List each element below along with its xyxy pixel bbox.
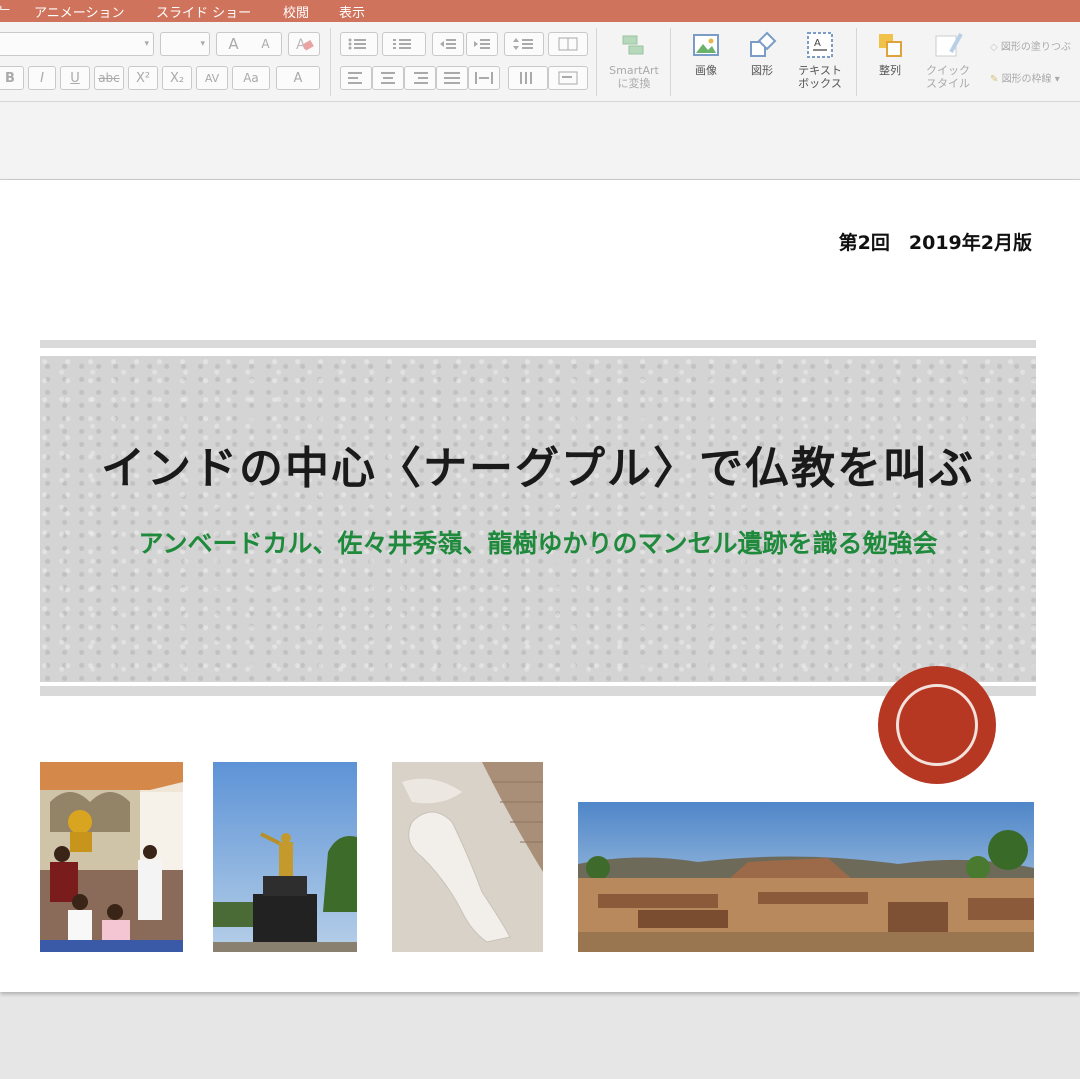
red-seal-stamp [878, 666, 996, 784]
ribbon: ▾ ▾ A A A B I U abc X² X₂ AV Aa A SmartA… [0, 22, 1080, 102]
grow-font-button[interactable]: A [228, 35, 238, 53]
bullet-list-icon [348, 38, 366, 50]
editor-top-area [0, 102, 1080, 180]
banner-top-stripe [40, 340, 1036, 348]
ribbon-separator [856, 28, 857, 96]
font-color-button[interactable]: A [276, 66, 320, 90]
eraser-icon: A [296, 37, 314, 52]
underline-button[interactable]: U [60, 66, 90, 90]
decrease-indent-button[interactable] [432, 32, 464, 56]
change-case-button[interactable]: Aa [232, 66, 270, 90]
photo-ambedkar-statue[interactable] [213, 762, 357, 952]
increase-indent-button[interactable] [466, 32, 498, 56]
char-spacing-button[interactable]: AV [196, 66, 228, 90]
align-center-icon [381, 72, 395, 84]
align-right-icon [414, 72, 428, 84]
align-left-icon [348, 72, 362, 84]
ribbon-separator [596, 28, 597, 96]
photo-mansar-ruins[interactable] [578, 802, 1034, 952]
align-text-icon [558, 71, 578, 85]
ribbon-tab-bar: ﹂ アニメーション スライド ショー 校閲 表示 [0, 0, 1080, 22]
bold-button[interactable]: B [0, 66, 24, 90]
convert-smartart-button[interactable]: SmartArt に変換 [602, 30, 666, 90]
arrange-button[interactable]: 整列 [858, 30, 922, 77]
columns-button[interactable] [548, 32, 588, 56]
tab-animations[interactable]: アニメーション [34, 2, 124, 21]
subscript-button[interactable]: X₂ [162, 66, 192, 90]
slide-canvas[interactable]: 第2回 2019年2月版 インドの中心〈ナーグプル〉で仏教を叫ぶ アンベードカル… [0, 180, 1080, 992]
tab-review[interactable]: 校閲 [283, 2, 309, 21]
textbox-label-1: テキスト [798, 64, 842, 77]
ruins-photo-image [578, 802, 1034, 952]
quick-styles-button[interactable]: クイック スタイル [916, 30, 980, 90]
banner-body [40, 356, 1036, 682]
indent-icon [474, 39, 490, 49]
quick-styles-icon [935, 33, 963, 57]
text-direction-button[interactable] [508, 66, 548, 90]
distribute-button[interactable] [468, 66, 500, 90]
columns-icon [558, 37, 578, 51]
arrange-icon [879, 34, 902, 57]
tab-slideshow[interactable]: スライド ショー [156, 2, 251, 21]
shape-fill-label: 図形の塗りつぶ [1000, 42, 1071, 53]
text-direction-icon [520, 72, 532, 84]
arrange-label: 整列 [879, 64, 901, 77]
shapes-icon [750, 31, 777, 57]
shrink-font-button[interactable]: A [261, 37, 269, 51]
textbox-icon: A [807, 32, 833, 58]
quick-styles-label-1: クイック [926, 64, 970, 77]
tab-edge-fragment[interactable]: ﹂ [0, 2, 13, 21]
photo-temple-interior[interactable] [40, 762, 183, 952]
italic-button[interactable]: I [28, 66, 56, 90]
quick-styles-label-2: スタイル [926, 77, 970, 90]
numbering-button[interactable] [382, 32, 426, 56]
edition-label: 第2回 2019年2月版 [838, 232, 1032, 254]
justify-icon [444, 72, 460, 84]
insert-shape-button[interactable]: 図形 [730, 30, 794, 77]
line-spacing-icon [513, 38, 533, 50]
smartart-icon [622, 35, 644, 55]
align-right-button[interactable] [404, 66, 436, 90]
stone-photo-image [392, 762, 543, 952]
align-text-button[interactable] [548, 66, 588, 90]
distribute-icon [475, 72, 493, 84]
font-size-select[interactable]: ▾ [160, 32, 210, 56]
font-size-buttons: A A [216, 32, 282, 56]
photo-stone-carving[interactable] [392, 762, 543, 952]
shape-fill-button[interactable]: ◇ 図形の塗りつぶ [990, 38, 1071, 53]
insert-picture-button[interactable]: 画像 [674, 30, 738, 77]
smartart-label-2: に変換 [617, 77, 651, 90]
font-name-select[interactable]: ▾ [0, 32, 154, 56]
outdent-icon [440, 39, 456, 49]
ribbon-separator [330, 28, 331, 96]
ribbon-separator [670, 28, 671, 96]
shape-outline-button[interactable]: ✎ 図形の枠線 ▾ [990, 70, 1060, 85]
clear-format-button[interactable]: A [288, 32, 320, 56]
smartart-label-1: SmartArt [609, 64, 659, 77]
textbox-label-2: ボックス [798, 77, 842, 90]
align-center-button[interactable] [372, 66, 404, 90]
picture-icon [693, 34, 719, 56]
numbered-list-icon [393, 39, 411, 49]
bullets-button[interactable] [340, 32, 378, 56]
temple-photo-image [40, 762, 183, 952]
shape-outline-label: 図形の枠線 [1001, 74, 1052, 85]
insert-textbox-button[interactable]: A テキスト ボックス [788, 30, 852, 90]
superscript-button[interactable]: X² [128, 66, 158, 90]
picture-label: 画像 [695, 64, 717, 77]
statue-photo-image [213, 762, 357, 952]
pencil-icon: ✎ [990, 74, 1002, 85]
seal-ring [896, 684, 978, 766]
line-spacing-button[interactable] [504, 32, 544, 56]
tab-view[interactable]: 表示 [339, 2, 365, 21]
align-left-button[interactable] [340, 66, 372, 90]
shape-label: 図形 [751, 64, 773, 77]
title-banner[interactable]: インドの中心〈ナーグプル〉で仏教を叫ぶ アンベードカル、佐々井秀嶺、龍樹ゆかりの… [40, 340, 1036, 696]
justify-button[interactable] [436, 66, 468, 90]
paint-bucket-icon: ◇ [990, 42, 1001, 53]
slide-title[interactable]: インドの中心〈ナーグプル〉で仏教を叫ぶ [40, 432, 1036, 496]
slide-subtitle[interactable]: アンベードカル、佐々井秀嶺、龍樹ゆかりのマンセル遺跡を識る勉強会 [40, 524, 1036, 560]
strikethrough-button[interactable]: abc [94, 66, 124, 90]
svg-text:A: A [814, 38, 821, 49]
